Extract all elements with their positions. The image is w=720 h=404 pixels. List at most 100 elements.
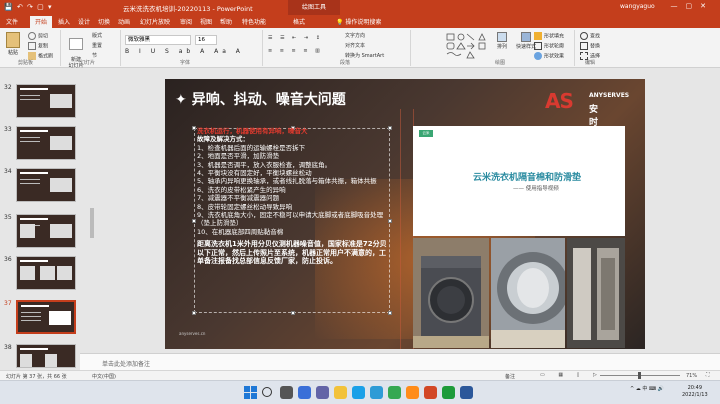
arrange-button[interactable]: 排列 [497,32,507,50]
slide-thumbnail-33[interactable] [16,126,76,160]
section-button[interactable]: 节 [92,52,97,59]
fix-item: 6、洗衣的皮带松紧产生的异响 [197,185,286,194]
fix-item: 10、在机器底部四周贴黏音棉 [197,227,284,236]
shape-effects-button[interactable]: 形状效果 [534,52,564,60]
thumbnail-number: 36 [4,256,12,263]
shapes-gallery[interactable] [445,32,495,60]
thumbnail-number: 35 [4,214,12,221]
file-explorer-icon[interactable] [334,386,347,399]
slide-thumbnail-34[interactable] [16,168,76,202]
wechat-icon[interactable] [442,386,455,399]
zoom-level[interactable]: 71% [686,373,697,379]
resize-handle[interactable] [192,219,196,223]
tab-help[interactable]: 帮助 [220,17,232,26]
slide-thumbnail-36[interactable] [16,256,76,290]
chrome-icon[interactable] [388,386,401,399]
logo-english-name: ANYSERVES [589,92,630,99]
widgets-icon[interactable] [298,386,311,399]
resize-handle[interactable] [192,311,196,315]
ribbon: 粘贴 剪切 复制 格式刷 剪贴板 新建 幻灯片 版式 重置 节 幻灯片 微软雅黑… [0,28,720,69]
replace-button[interactable]: 替换 [580,42,600,50]
replace-icon [580,42,588,50]
system-clock[interactable]: 20:49 2022/1/13 [682,385,708,399]
pen-icon [534,42,542,50]
slide-canvas[interactable]: ✦异响、抖动、噪音大问题 AS ANYSERVES 安时达 洗衣机运行，机器使用… [165,79,645,349]
tab-home[interactable]: 开始 [30,16,53,28]
slide-thumbnail-38[interactable] [16,344,76,368]
list-buttons[interactable]: ☰ ☰ ⇤ ⇥ ↕ [268,35,323,41]
window-controls[interactable]: —▢✕ [671,2,714,10]
task-view-icon[interactable] [280,386,293,399]
shape-outline-button[interactable]: 形状轮廓 [534,42,564,50]
resize-handle[interactable] [291,311,295,315]
powerpoint-icon[interactable] [424,386,437,399]
status-bar: 幻灯片 第 37 张，共 66 张 中文(中国) 备注 ▭ ▦ ▯ ▷ 71% … [0,370,720,380]
washer-photo-2[interactable] [491,238,565,348]
fix-item: 3、机器是否调平，放入衣服检查，调整底角。 [197,160,332,169]
notes-pane[interactable]: 单击此处添加备注 [80,353,720,370]
slide-title[interactable]: ✦ 异响、抖动、噪音大问题 [175,89,346,109]
align-text-button[interactable]: 对齐文本 [345,42,365,49]
system-tray[interactable]: ^ ☁ 中 ⌨ 🔊 [630,385,664,392]
align-buttons[interactable]: ≡ ≡ ≡ ≡ ▥ [268,48,323,54]
zoom-slider-thumb[interactable] [638,372,641,379]
tell-me-search[interactable]: 💡 操作说明搜索 [336,17,381,26]
section-heading: 故障及解决方式： [197,135,249,144]
copy-button[interactable]: 复制 [28,42,48,50]
scrollbar-thumb[interactable] [90,208,94,238]
edge-browser-icon[interactable] [352,386,365,399]
slide-thumbnail-32[interactable] [16,84,76,118]
new-slide-icon [69,38,83,50]
ribbon-separator [574,30,575,66]
resize-handle[interactable] [192,126,196,130]
washer-photo-1[interactable] [413,238,489,348]
slide-thumbnail-37[interactable] [16,300,76,334]
language-indicator[interactable]: 中文(中国) [92,373,116,380]
store-icon[interactable] [370,386,383,399]
shape-fill-button[interactable]: 形状填充 [534,32,564,40]
tab-slideshow[interactable]: 幻灯片放映 [140,17,170,26]
tab-file[interactable]: 文件 [6,17,18,26]
tab-design[interactable]: 设计 [78,17,90,26]
slide-thumbnail-35[interactable] [16,214,76,248]
convert-smartart-button[interactable]: 转换为 SmartArt [345,52,384,59]
tab-format[interactable]: 格式 [293,17,305,26]
fit-slide-icon[interactable]: ⛶ [706,372,710,378]
video-title: 云米洗衣机隔音棉和防滑垫 [473,173,582,183]
video-subtitle: —— 使用指导视频 [513,186,559,192]
styles-icon [521,32,531,42]
layout-button[interactable]: 版式 [92,32,102,39]
quick-styles-button[interactable]: 快速样式 [516,32,536,50]
tab-transitions[interactable]: 切换 [98,17,110,26]
text-direction-button[interactable]: 文字方向 [345,32,365,39]
thumbnail-scrollbar[interactable] [89,76,96,350]
reset-button[interactable]: 重置 [92,42,102,49]
find-button[interactable]: 查找 [580,32,600,40]
quick-access-toolbar[interactable]: 💾 ↶ ↷ ▢ ▾ [4,3,52,11]
user-name[interactable]: wangyaguo [620,3,655,10]
tab-view[interactable]: 视图 [200,17,212,26]
app-icon[interactable] [406,386,419,399]
font-format-buttons[interactable]: B I U S ab A Aa A [125,48,244,55]
slide-body-text[interactable]: 洗衣机运行，机器使用有异响，噪音大 故障及解决方式： 1、检查机器后面的运输螺栓… [197,127,391,266]
paste-button[interactable]: 粘贴 [6,32,20,56]
search-icon[interactable] [262,387,272,397]
windows-start-icon[interactable] [244,386,257,399]
font-name-dropdown[interactable]: 微软雅黑 [125,35,191,45]
tab-features[interactable]: 特色功能 [242,17,266,26]
video-thumbnail[interactable]: 云米 云米洗衣机隔音棉和防滑垫 —— 使用指导视频 [413,126,625,236]
slide-count: 幻灯片 第 37 张，共 66 张 [6,374,67,380]
teams-chat-icon[interactable] [316,386,329,399]
view-buttons[interactable]: ▭ ▦ ▯ ▷ [540,372,603,378]
tab-review[interactable]: 审阅 [180,17,192,26]
word-icon[interactable] [460,386,473,399]
cut-button[interactable]: 剪切 [28,32,48,40]
window-title: 云米洗洗衣机培训-20220113 - PowerPoint [123,5,253,13]
tab-animations[interactable]: 动画 [118,17,130,26]
ribbon-separator [262,30,263,66]
tab-insert[interactable]: 插入 [58,17,70,26]
font-size-dropdown[interactable]: 16 [195,35,217,45]
washer-photo-3[interactable] [567,238,625,348]
notes-toggle[interactable]: 备注 [505,373,515,380]
resize-handle[interactable] [388,311,392,315]
